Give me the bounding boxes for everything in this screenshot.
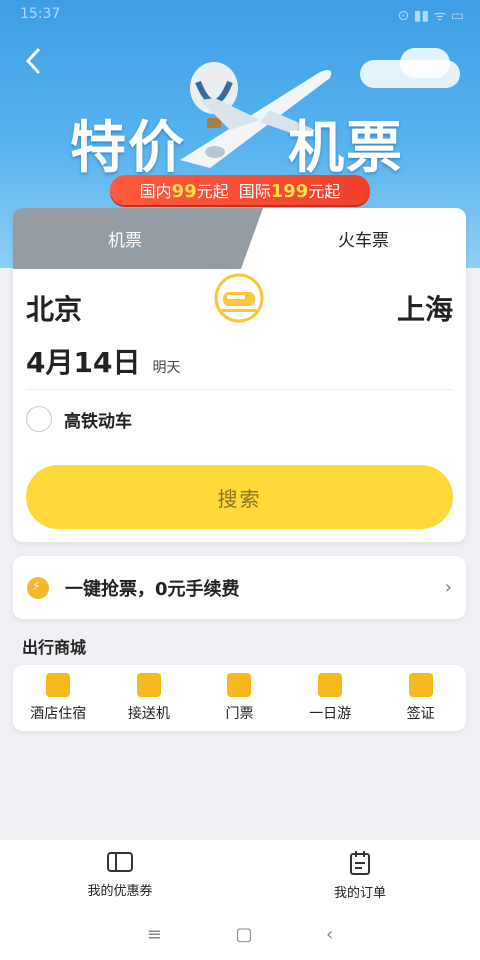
passport-icon [408,673,433,697]
mall-item-label: 签证 [406,706,435,722]
mall-item-label: 酒店住宿 [30,706,87,722]
hsr-label: 高铁动车 [64,411,132,432]
mall-item-label: 一日游 [309,706,352,722]
status-bar: 15:37 ⊙ ▮▮ ᯤ ▭ [20,6,464,28]
mall-item-transfer[interactable]: 接送机 [104,665,195,731]
divider [26,389,453,390]
promo-price-badge: 国内99元起 国际199元起 [110,175,370,205]
status-icons: ⊙ ▮▮ ᯤ ▭ [397,8,465,24]
to-city[interactable]: 上海 [397,288,453,328]
order-icon [350,851,370,875]
hsr-radio[interactable] [26,406,52,432]
mall-item-label: 接送机 [127,706,170,722]
mall-item-tickets[interactable]: 门票 [194,665,285,731]
travel-mall: 酒店住宿 接送机 门票 一日游 签证 [13,665,466,731]
mall-item-day-tour[interactable]: 一日游 [285,665,376,731]
search-button[interactable]: 搜索 [26,465,453,529]
banner-title-right: 机票 [288,116,404,181]
bottom-bar: 我的优惠券 我的订单 ≡ ▢ ‹ [0,840,480,960]
menu-icon[interactable]: ≡ [147,924,162,945]
hsr-filter[interactable]: 高铁动车 [26,406,132,432]
cloud-decoration [400,48,450,78]
stopwatch-icon [27,576,49,599]
mall-item-hotel[interactable]: 酒店住宿 [13,665,104,731]
tab-train[interactable]: 火车票 [241,208,466,269]
weekday-label: 明天 [152,360,181,376]
departure-date[interactable]: 4月14日 明天 [26,341,180,381]
grab-ticket-banner[interactable]: 一键抢票，0元手续费 › [13,556,466,619]
promo-intl: 国际199元起 [238,181,341,202]
hotel-icon [46,673,71,697]
car-icon [136,673,161,697]
mall-item-label: 门票 [225,706,254,722]
date-value: 4月14日 [26,346,141,379]
booking-card: 机票 火车票 北京 上海 4月14日 明天 高铁动车 搜索 [13,208,466,542]
calendar-icon [318,673,343,697]
system-nav: ≡ ▢ ‹ [0,924,480,945]
ticket-icon [227,673,252,697]
back-icon[interactable] [20,46,50,76]
promo-domestic: 国内99元起 [139,181,229,202]
train-swap-icon[interactable] [213,272,265,324]
chevron-right-icon: › [444,577,452,598]
back-nav-icon[interactable]: ‹ [326,924,333,945]
grab-ticket-label: 一键抢票，0元手续费 [65,578,240,600]
from-city[interactable]: 北京 [26,288,82,328]
nav-orders-label: 我的订单 [333,886,386,901]
nav-coupons-label: 我的优惠券 [87,884,153,899]
mall-item-visa[interactable]: 签证 [375,665,466,731]
mall-title: 出行商城 [22,638,87,657]
nav-orders[interactable]: 我的订单 [290,850,430,901]
home-icon[interactable]: ▢ [235,924,252,945]
tab-flight[interactable]: 机票 [13,208,283,269]
status-time: 15:37 [20,6,61,22]
coupon-icon [107,852,133,872]
tab-bar: 机票 火车票 [13,208,466,269]
banner-title-left: 特价 [70,116,186,181]
nav-coupons[interactable]: 我的优惠券 [50,850,190,899]
